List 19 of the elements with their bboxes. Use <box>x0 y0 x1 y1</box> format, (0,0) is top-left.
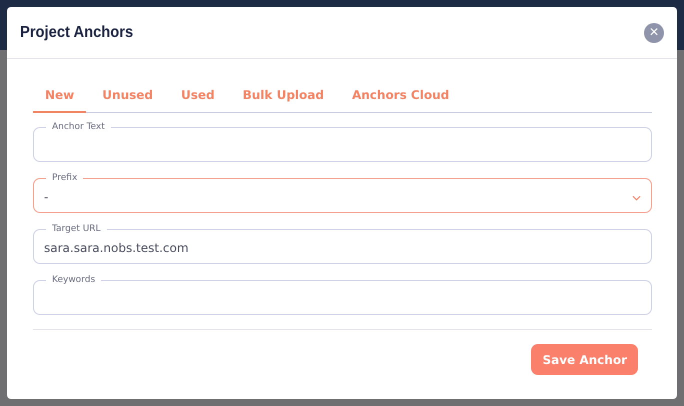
tab[interactable]: Used <box>168 79 227 113</box>
chevron-down-icon <box>632 195 641 201</box>
field-value: sara.sara.nobs.test.com <box>44 241 189 255</box>
field-value: - <box>44 190 48 204</box>
tab[interactable]: Unused <box>90 79 165 113</box>
input-field[interactable]: Keywords <box>33 275 652 315</box>
close-button[interactable]: × <box>644 22 664 42</box>
input-field[interactable]: Target URL sara.sara.nobs.test.com <box>33 224 652 264</box>
field-label: Keywords <box>51 275 96 286</box>
field-label: Anchor Text <box>51 122 106 133</box>
tab[interactable]: New <box>33 79 86 113</box>
tab[interactable]: Anchors Cloud <box>340 79 462 113</box>
select-field[interactable]: Prefix - <box>33 173 652 213</box>
save-button[interactable]: Save Anchor <box>531 344 638 375</box>
dialog-title: Project Anchors <box>20 24 134 42</box>
input-field[interactable]: Anchor Text <box>33 122 652 162</box>
field-label: Prefix <box>51 173 78 184</box>
field-label: Target URL <box>51 224 102 235</box>
tab[interactable]: Bulk Upload <box>230 79 336 113</box>
